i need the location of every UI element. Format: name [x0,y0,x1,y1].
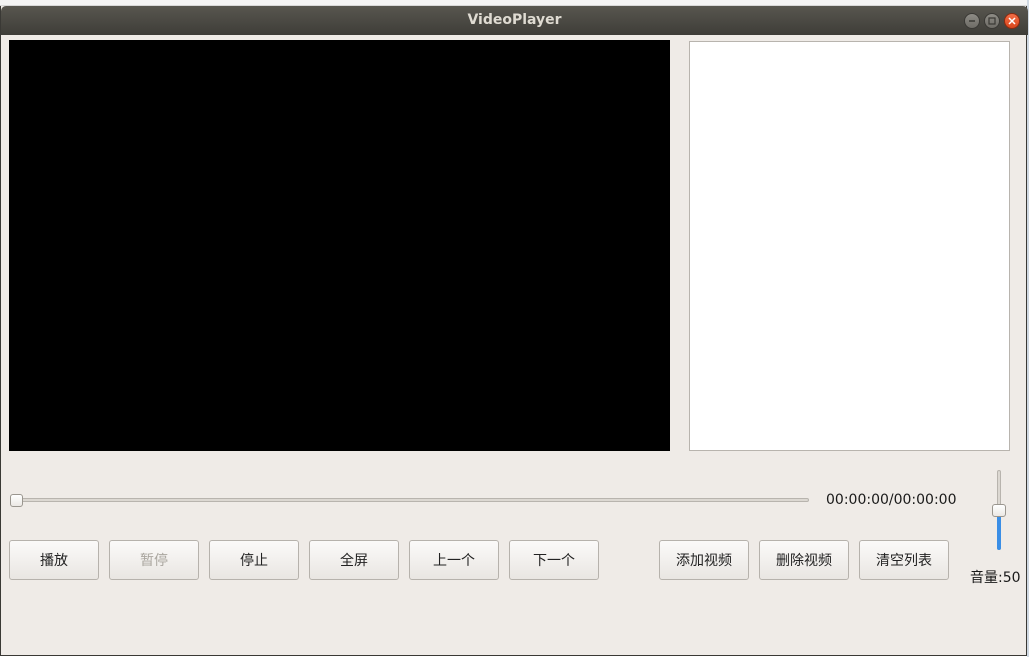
minimize-button[interactable] [964,13,980,29]
maximize-button[interactable] [984,13,1000,29]
close-button[interactable] [1004,13,1020,29]
progress-slider-handle[interactable] [10,494,23,507]
playlist-panel[interactable] [689,41,1010,451]
add-video-button[interactable]: 添加视频 [659,540,749,580]
delete-video-button[interactable]: 删除视频 [759,540,849,580]
play-button[interactable]: 播放 [9,540,99,580]
previous-button[interactable]: 上一个 [409,540,499,580]
video-display[interactable] [9,40,670,451]
maximize-icon [988,17,996,25]
fullscreen-button[interactable]: 全屏 [309,540,399,580]
minimize-icon [969,20,975,22]
progress-slider-track[interactable] [14,498,809,502]
title-bar[interactable]: VideoPlayer [1,6,1028,35]
close-icon [1008,17,1016,25]
clear-list-button[interactable]: 清空列表 [859,540,949,580]
volume-label: 音量:50 [970,570,1021,586]
next-button[interactable]: 下一个 [509,540,599,580]
volume-slider-handle[interactable] [992,504,1006,517]
stop-button[interactable]: 停止 [209,540,299,580]
pause-button[interactable]: 暂停 [109,540,199,580]
window-title: VideoPlayer [467,12,562,28]
time-display: 00:00:00/00:00:00 [826,492,957,508]
